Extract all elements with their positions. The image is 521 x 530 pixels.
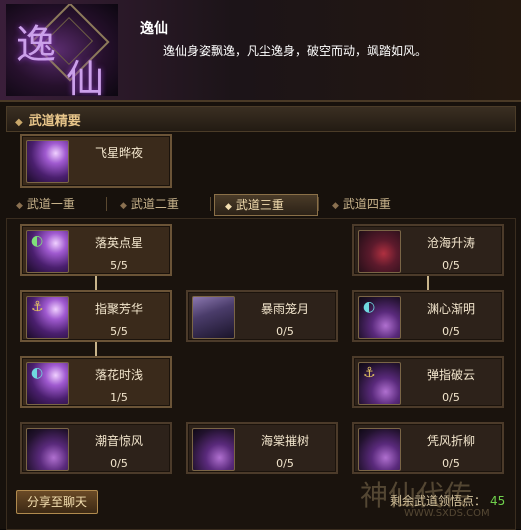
- skill-haitang[interactable]: 海棠摧树 0/5: [186, 422, 338, 474]
- skill-name: 弹指破云: [426, 368, 475, 382]
- skill-count: 0/5: [442, 391, 460, 404]
- flick-cloud-icon: ⚓: [358, 362, 401, 405]
- finger-gather-icon: ⚓: [26, 296, 69, 339]
- tab-tier-1[interactable]: ◆ 武道一重: [6, 194, 110, 214]
- tab-bullet-icon: ◆: [16, 201, 23, 211]
- emblem-char-1: 逸: [16, 22, 56, 68]
- skill-count: 5/5: [110, 325, 128, 338]
- skill-name: 落英点星: [94, 236, 143, 250]
- tab-label: 武道二重: [130, 197, 179, 211]
- tab-label: 武道一重: [26, 197, 75, 211]
- storm-moon-icon: [192, 296, 235, 339]
- class-description: 逸仙身姿飘逸，凡尘逸身，破空而动，飒踏如风。: [163, 44, 428, 58]
- tab-label: 武道三重: [235, 198, 284, 212]
- tab-tier-3[interactable]: ◆ 武道三重: [214, 194, 318, 216]
- tab-bullet-icon: ◆: [120, 201, 127, 211]
- sea-wave-icon: [358, 230, 401, 273]
- skill-name: 指聚芳华: [94, 302, 143, 316]
- summary-title: ◆ 武道精要: [15, 110, 81, 129]
- skill-window: 逸 仙 逸仙 逸仙身姿飘逸，凡尘逸身，破空而动，飒踏如风。 ◆ 武道精要 飞星晔夜…: [0, 0, 521, 530]
- watermark-url: WWW.SXDS.COM: [404, 508, 490, 519]
- skill-name: 凭风折柳: [426, 434, 475, 448]
- skill-count: 0/5: [442, 325, 460, 338]
- summary-title-text: 武道精要: [28, 114, 81, 129]
- abyss-heart-icon: ◐: [358, 296, 401, 339]
- site-watermark: 神仙代传 WWW.SXDS.COM: [360, 474, 520, 524]
- skill-canghai[interactable]: 沧海升涛 0/5: [352, 224, 504, 276]
- skill-name: 渊心渐明: [426, 302, 475, 316]
- tree-connector: [427, 274, 429, 290]
- summary-header: ◆ 武道精要: [6, 106, 516, 132]
- skill-name: 落花时浅: [94, 368, 143, 382]
- tab-label: 武道四重: [342, 197, 391, 211]
- summary-skill-name: 飞星晔夜: [94, 146, 143, 160]
- emblem-char-2: 仙: [66, 57, 105, 96]
- skill-count: 0/5: [276, 325, 294, 338]
- skill-name: 暴雨笼月: [260, 302, 309, 316]
- main-panel: ◆ 武道精要 飞星晔夜 ◆ 武道一重 ◆ 武道二重 ◆ 武道三重 ◆ 武道四重 ◐ 落英点…: [0, 100, 521, 530]
- tier-mark-icon: ◐: [31, 365, 44, 381]
- skill-count: 0/5: [442, 457, 460, 470]
- header: 逸 仙 逸仙 逸仙身姿飘逸，凡尘逸身，破空而动，飒踏如风。: [0, 0, 521, 100]
- skill-baoyu[interactable]: 暴雨笼月 0/5: [186, 290, 338, 342]
- tier-mark-icon: ◐: [363, 299, 376, 315]
- skill-luoying[interactable]: ◐ 落英点星 5/5: [20, 224, 172, 276]
- skill-count: 5/5: [110, 259, 128, 272]
- skill-name: 沧海升涛: [426, 236, 475, 250]
- star-night-icon: [26, 140, 69, 183]
- share-to-chat-button[interactable]: 分享至聊天: [16, 490, 98, 514]
- skill-pingfeng[interactable]: 凭风折柳 0/5: [352, 422, 504, 474]
- tab-tier-4[interactable]: ◆ 武道四重: [322, 194, 426, 214]
- tab-divider: [210, 197, 211, 211]
- tree-connector: [95, 274, 97, 290]
- tier-mark-icon: ⚓: [363, 365, 376, 381]
- wind-willow-icon: [358, 428, 401, 471]
- tier-tabs: ◆ 武道一重 ◆ 武道二重 ◆ 武道三重 ◆ 武道四重: [6, 194, 514, 216]
- skill-count: 1/5: [110, 391, 128, 404]
- summary-skill[interactable]: 飞星晔夜: [20, 134, 172, 188]
- tide-wind-icon: [26, 428, 69, 471]
- skill-chaoyin[interactable]: 潮音惊风 0/5: [20, 422, 172, 474]
- skill-name: 海棠摧树: [260, 434, 309, 448]
- skill-count: 0/5: [442, 259, 460, 272]
- tab-bullet-icon: ◆: [225, 202, 232, 212]
- skill-name: 潮音惊风: [94, 434, 143, 448]
- class-title: 逸仙: [140, 21, 168, 37]
- bullet-icon: ◆: [15, 117, 23, 128]
- tree-connector: [95, 340, 97, 356]
- skill-luohua[interactable]: ◐ 落花时浅 1/5: [20, 356, 172, 408]
- begonia-icon: [192, 428, 235, 471]
- tab-bullet-icon: ◆: [332, 201, 339, 211]
- falling-blossom-icon: ◐: [26, 230, 69, 273]
- skill-count: 0/5: [110, 457, 128, 470]
- tier-mark-icon: ⚓: [31, 299, 44, 315]
- skill-yuanxin[interactable]: ◐ 渊心渐明 0/5: [352, 290, 504, 342]
- tab-divider: [318, 197, 319, 211]
- class-emblem: 逸 仙: [6, 4, 118, 96]
- skill-tanzhi[interactable]: ⚓ 弹指破云 0/5: [352, 356, 504, 408]
- falling-flower-icon: ◐: [26, 362, 69, 405]
- tab-tier-2[interactable]: ◆ 武道二重: [110, 194, 214, 214]
- skill-zhiju[interactable]: ⚓ 指聚芳华 5/5: [20, 290, 172, 342]
- tab-divider: [106, 197, 107, 211]
- skill-count: 0/5: [276, 457, 294, 470]
- tier-mark-icon: ◐: [31, 233, 44, 249]
